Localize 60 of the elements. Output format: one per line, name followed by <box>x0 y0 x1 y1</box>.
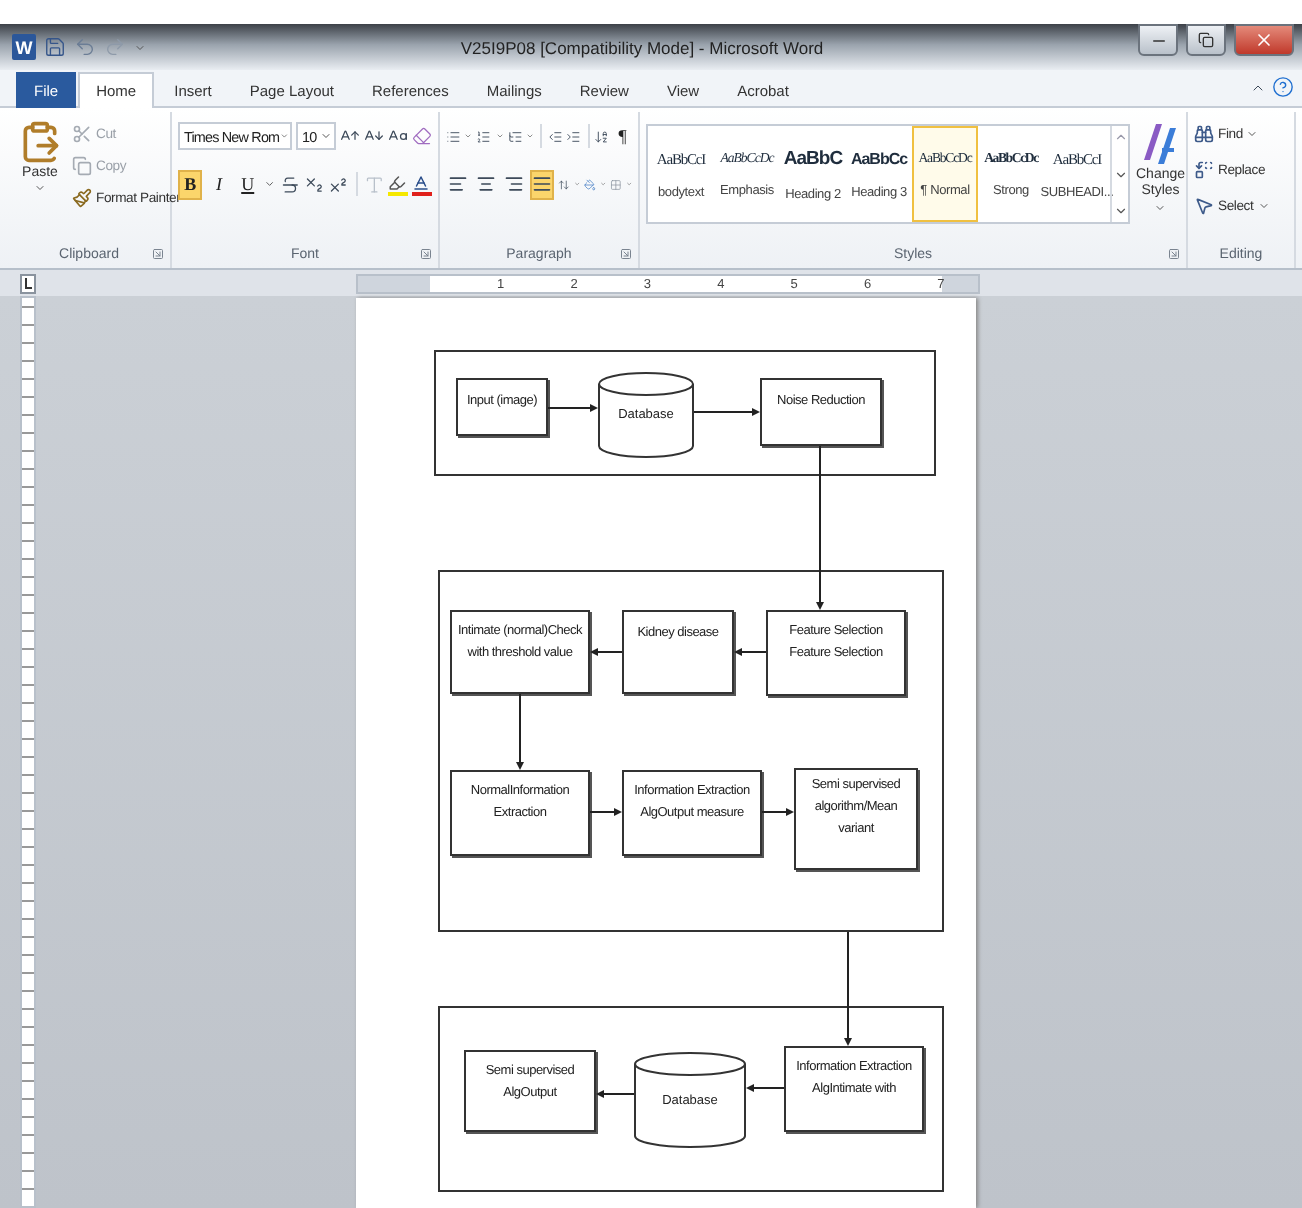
scissors-icon <box>72 124 92 144</box>
grow-font-icon[interactable] <box>340 126 360 146</box>
window-title: V25I9P08 [Compatibility Mode] - Microsoft Word <box>458 37 826 57</box>
caret-icon <box>1246 128 1259 140</box>
close-icon[interactable] <box>1254 30 1274 50</box>
connector-arrow <box>590 648 623 656</box>
shrink-font-icon[interactable] <box>364 126 384 146</box>
connector-arrow <box>516 693 524 770</box>
highlight-color-icon[interactable] <box>387 173 408 195</box>
connector-arrow <box>693 408 760 416</box>
strikethrough-icon[interactable] <box>279 173 301 195</box>
styles-icon <box>1140 120 1181 168</box>
restore-icon[interactable] <box>1198 32 1214 48</box>
show-marks-button[interactable]: ¶ <box>613 121 633 151</box>
dialog-launcher-icon[interactable] <box>420 248 432 260</box>
help-icon[interactable] <box>1272 76 1294 98</box>
app-logo[interactable]: W <box>12 34 36 60</box>
connector-arrow <box>734 648 767 656</box>
connector-arrow <box>589 808 622 816</box>
align-justify-button[interactable] <box>530 169 554 199</box>
caret-icon <box>34 182 46 194</box>
caret-icon <box>1257 200 1270 212</box>
connector-arrow <box>746 1084 785 1092</box>
caret-icon <box>1154 201 1167 214</box>
sort-icon[interactable] <box>594 125 610 147</box>
change-case-icon[interactable] <box>388 126 408 146</box>
subscript-icon[interactable] <box>304 173 325 195</box>
more-styles-icon[interactable] <box>1113 204 1127 218</box>
superscript-icon[interactable] <box>328 173 350 195</box>
numbering-icon[interactable] <box>476 125 492 147</box>
undo-icon[interactable] <box>74 36 96 58</box>
connector-arrow <box>761 808 794 816</box>
caret-icon <box>320 130 332 142</box>
paintbrush-icon <box>72 188 92 208</box>
binoculars-icon <box>1194 124 1214 144</box>
format-button[interactable]: B <box>178 169 203 199</box>
font-color-icon[interactable] <box>411 173 432 195</box>
format-button[interactable]: I <box>206 169 232 199</box>
pointer-icon <box>1194 196 1214 216</box>
redo-icon[interactable] <box>104 36 126 58</box>
tab-selector-icon[interactable] <box>20 274 36 294</box>
scroll-up-icon[interactable] <box>1113 130 1127 144</box>
caret-icon <box>134 41 146 53</box>
save-icon[interactable] <box>44 36 66 58</box>
copy-icon <box>72 156 92 176</box>
clipboard-icon <box>18 120 62 164</box>
style-preview: AaBbC <box>783 147 843 169</box>
style-preview: AaBbCc <box>850 149 908 167</box>
format-button[interactable]: U <box>235 169 261 199</box>
connector-arrow <box>844 931 852 1046</box>
connector-arrow <box>596 1090 635 1098</box>
caret-icon <box>264 178 276 190</box>
caret-icon <box>279 130 288 142</box>
connector-arrow <box>547 404 598 412</box>
scroll-down-icon[interactable] <box>1113 167 1127 181</box>
replace-icon <box>1194 160 1214 180</box>
dialog-launcher-icon[interactable] <box>152 248 164 260</box>
dialog-launcher-icon[interactable] <box>620 248 632 260</box>
dialog-launcher-icon[interactable] <box>1168 248 1180 260</box>
clear-formatting-icon[interactable] <box>412 126 432 146</box>
